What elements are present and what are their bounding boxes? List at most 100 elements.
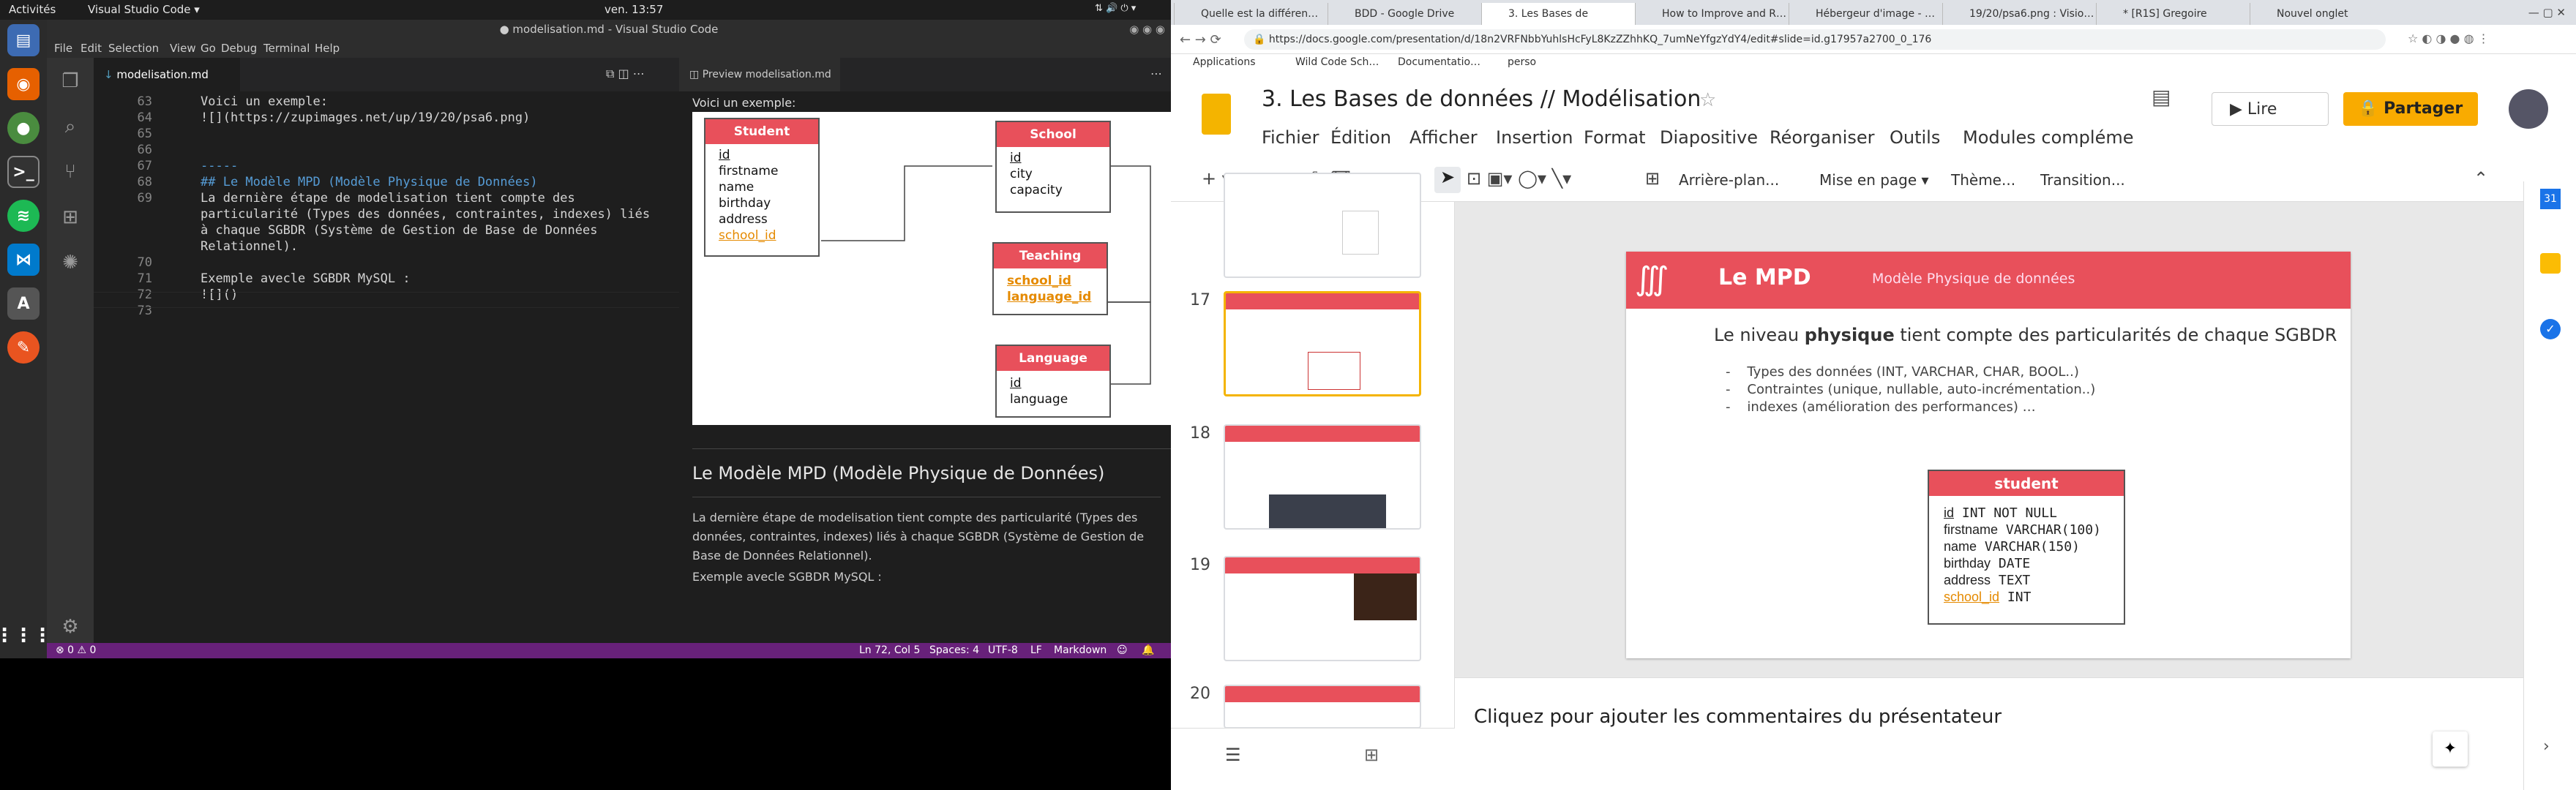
tab-3[interactable]: How to Improve and R… — [1635, 3, 1789, 25]
slide-thumb-19[interactable] — [1224, 556, 1421, 661]
menu-debug[interactable]: Debug — [221, 42, 257, 55]
feedback-icon[interactable]: ☺ — [1117, 644, 1128, 656]
activities-button[interactable]: Activités — [9, 3, 56, 16]
tab-0[interactable]: Quelle est la différen… — [1174, 3, 1328, 25]
menu-insertion[interactable]: Insertion — [1496, 127, 1573, 148]
url-bar[interactable]: 🔒 https://docs.google.com/presentation/d… — [1244, 29, 2386, 50]
files-icon[interactable]: ▤ — [7, 24, 40, 56]
search-icon[interactable]: ⌕ — [57, 113, 83, 140]
menu-edit[interactable]: Edit — [80, 42, 102, 55]
tab-5[interactable]: 19/20/psa6.png : Visio… — [1942, 3, 2096, 25]
select-cursor-icon[interactable]: ➤ — [1434, 167, 1461, 193]
menu-selection[interactable]: Selection — [108, 42, 159, 55]
firefox-icon[interactable]: ◉ — [7, 68, 40, 100]
slide-thumb-16[interactable] — [1224, 173, 1421, 278]
settings-gear-icon[interactable]: ⚙ — [57, 614, 83, 640]
extension-icons[interactable]: ☆ ◐ ◑ ● ◍ ⋮ — [2408, 31, 2490, 45]
collapse-chevron-icon[interactable]: ⌃ — [2474, 168, 2488, 189]
bookmark-doc[interactable]: Documentatio… — [1398, 56, 1480, 68]
menu-outils[interactable]: Outils — [1890, 127, 1940, 148]
menu-help[interactable]: Help — [315, 42, 340, 55]
tab-modelisation-md[interactable]: ↓ modelisation.md — [94, 58, 240, 91]
menu-afficher[interactable]: Afficher — [1409, 127, 1478, 148]
tab-4[interactable]: Hébergeur d'image - … — [1789, 3, 1942, 25]
preview-more-icon[interactable]: ⋯ — [1150, 67, 1162, 80]
star-icon[interactable]: ☆ — [1699, 89, 1716, 111]
slide-thumb-17[interactable] — [1224, 291, 1421, 396]
language-mode[interactable]: Markdown — [1054, 644, 1107, 656]
menu-file[interactable]: File — [54, 42, 72, 55]
app-menu[interactable]: Visual Studio Code ▾ — [88, 3, 200, 16]
nav-buttons[interactable]: ← → ⟳ — [1180, 32, 1221, 48]
window-controls[interactable]: ◉ ◉ ◉ — [1129, 23, 1165, 36]
toolbar-theme[interactable]: Thème... — [1951, 171, 2015, 189]
tab-1[interactable]: BDD - Google Drive — [1328, 3, 1481, 25]
chrome-icon[interactable]: ● — [7, 112, 40, 144]
debug-icon[interactable]: ✺ — [57, 249, 83, 276]
share-button[interactable]: 🔒 Partager — [2343, 92, 2478, 126]
vscode-icon[interactable]: ⋈ — [7, 244, 40, 276]
explorer-icon[interactable]: ❐ — [57, 68, 83, 94]
tab-2-active[interactable]: 3. Les Bases de donnée… — [1481, 3, 1635, 42]
doc-title[interactable]: 3. Les Bases de données // Modélisation — [1262, 86, 1701, 112]
current-slide[interactable]: ∭ Le MPD Modèle Physique de données Le n… — [1626, 252, 2351, 658]
menu-terminal[interactable]: Terminal — [263, 42, 310, 55]
line-ending[interactable]: LF — [1030, 644, 1042, 656]
list-view-icon[interactable]: ☰ — [1225, 745, 1241, 765]
bookmark-wild[interactable]: Wild Code Sch… — [1295, 56, 1379, 68]
clock[interactable]: ven. 13:57 — [604, 3, 663, 16]
bookmark-perso[interactable]: perso — [1508, 56, 1536, 68]
code-editor[interactable]: 63 Voici un exemple: 64 ![](https://zupimag… — [94, 91, 679, 643]
tab-preview[interactable]: ◫ Preview modelisation.md — [679, 58, 840, 91]
tab-7[interactable]: Nouvel onglet — [2250, 3, 2381, 25]
speaker-notes[interactable]: Cliquez pour ajouter les commentaires du… — [1455, 677, 2576, 790]
slide-thumb-20[interactable] — [1224, 685, 1421, 729]
grid-view-icon[interactable]: ⊞ — [1364, 745, 1379, 765]
avatar[interactable] — [2509, 89, 2548, 129]
bookmark-apps[interactable]: Applications — [1193, 56, 1256, 68]
menu-go[interactable]: Go — [201, 42, 216, 55]
comments-icon[interactable]: ▤ — [2152, 85, 2171, 109]
tab-6[interactable]: * [R1S] Gregoire Surap… — [2096, 3, 2250, 42]
present-button[interactable]: ▶ Lire — [2212, 92, 2329, 126]
filmstrip[interactable]: 17 18 19 20 ☰ ⊞ — [1171, 173, 1455, 790]
indentation[interactable]: Spaces: 4 — [929, 644, 979, 656]
inkscape-icon[interactable]: A — [7, 287, 40, 320]
notes-placeholder[interactable]: Cliquez pour ajouter les commentaires du… — [1474, 706, 2002, 728]
editor-actions[interactable]: ⧉ ◫ ⋯ — [606, 67, 645, 81]
spotify-icon[interactable]: ≋ — [7, 200, 40, 232]
window-controls[interactable]: — ▢ ✕ — [2528, 6, 2566, 19]
menu-format[interactable]: Format — [1584, 127, 1646, 148]
encoding[interactable]: UTF-8 — [988, 644, 1018, 656]
thumb-header — [1225, 557, 1420, 573]
add-comment-icon[interactable]: ⊞ — [1645, 168, 1660, 189]
terminal-icon[interactable]: >_ — [7, 156, 40, 188]
toolbar-background[interactable]: Arrière-plan... — [1679, 171, 1779, 189]
slide-thumb-18[interactable] — [1224, 424, 1421, 530]
menu-modules[interactable]: Modules compléme — [1963, 127, 2133, 148]
source-control-icon[interactable]: ⑂ — [57, 159, 83, 185]
menu-reorganiser[interactable]: Réorganiser — [1770, 127, 1874, 148]
tasks-icon[interactable]: ✓ — [2540, 319, 2561, 339]
menu-fichier[interactable]: Fichier — [1262, 127, 1319, 148]
keep-icon[interactable] — [2540, 253, 2561, 274]
toolbar-layout[interactable]: Mise en page ▾ — [1819, 171, 1929, 189]
menu-diapositive[interactable]: Diapositive — [1660, 127, 1758, 148]
extensions-icon[interactable]: ⊞ — [57, 204, 83, 230]
address-row: ← → ⟳ 🔒 https://docs.google.com/presenta… — [1171, 25, 2576, 54]
toolbar-transition[interactable]: Transition... — [2040, 171, 2125, 189]
bell-icon[interactable]: 🔔 — [1142, 644, 1154, 656]
system-tray-icons[interactable]: ⇅ 🔊 ⏻ ▾ — [1095, 3, 1136, 14]
mail-icon[interactable]: ✎ — [7, 331, 40, 364]
expand-panel-icon[interactable]: › — [2543, 737, 2550, 756]
menu-edition[interactable]: Édition — [1330, 127, 1391, 148]
cursor-position[interactable]: Ln 72, Col 5 — [859, 644, 920, 656]
markdown-preview-pane[interactable]: ◫ Preview modelisation.md ⋯ Voici un exe… — [679, 58, 1172, 643]
apps-grid-icon[interactable]: ⋮⋮⋮ — [0, 620, 52, 652]
explore-icon[interactable]: ✦ — [2433, 731, 2468, 767]
calendar-icon[interactable]: 31 — [2540, 189, 2561, 209]
menu-view[interactable]: View — [170, 42, 196, 55]
insert-tools[interactable]: ⊡ ▣▾ ◯▾ ╲▾ — [1467, 168, 1571, 189]
problems-count[interactable]: ⊗ 0 ⚠ 0 — [56, 644, 96, 656]
slides-logo-icon[interactable] — [1202, 94, 1231, 135]
